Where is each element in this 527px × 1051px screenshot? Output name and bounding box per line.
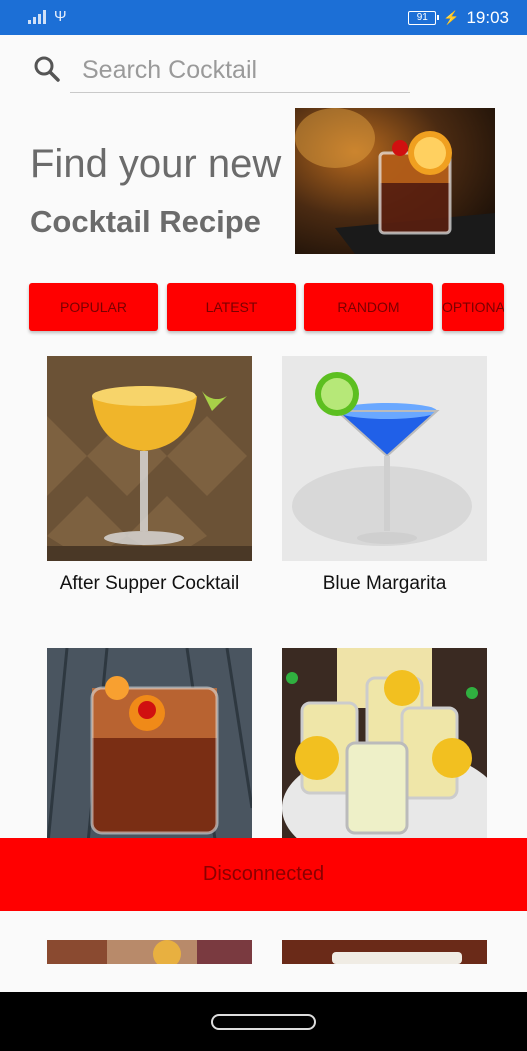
search-field[interactable] — [70, 50, 410, 93]
cocktail-name: Blue Margarita — [322, 573, 447, 594]
cocktail-card[interactable]: After Supper Cocktail — [47, 356, 252, 594]
connection-status-banner: Disconnected — [0, 838, 527, 911]
category-latest-button[interactable]: LATEST — [167, 283, 296, 331]
category-optional-button[interactable]: OPTIONAL — [442, 283, 504, 331]
cocktail-image[interactable] — [47, 356, 252, 561]
cocktail-name: After Supper Cocktail — [59, 573, 240, 594]
charging-icon: ⚡ — [443, 10, 460, 25]
status-bar: Ψ 91 ⚡ 19:03 — [0, 0, 527, 35]
cocktail-card[interactable]: Blue Margarita — [282, 356, 487, 594]
search-input[interactable] — [70, 50, 410, 90]
category-popular-button[interactable]: POPULAR — [29, 283, 158, 331]
battery-icon: 91 — [408, 11, 440, 25]
cocktail-card[interactable] — [282, 648, 487, 853]
cocktail-image[interactable] — [47, 940, 252, 964]
usb-icon: Ψ — [54, 8, 67, 25]
navigation-bar — [0, 992, 527, 1051]
signal-icon — [28, 10, 46, 24]
cocktail-image[interactable] — [282, 356, 487, 561]
home-gesture-pill[interactable] — [211, 1014, 316, 1030]
category-random-button[interactable]: RANDOM — [304, 283, 433, 331]
search-icon[interactable] — [33, 55, 61, 83]
cocktail-image[interactable] — [282, 648, 487, 853]
cocktail-image[interactable] — [282, 940, 487, 964]
battery-level: 91 — [416, 12, 428, 23]
hero-title: Find your new — [30, 142, 282, 186]
hero-subtitle: Cocktail Recipe — [30, 204, 261, 239]
cocktail-image[interactable] — [47, 648, 252, 853]
cocktail-card[interactable] — [47, 648, 252, 853]
clock: 19:03 — [466, 8, 509, 27]
hero-cocktail-image — [295, 108, 495, 254]
